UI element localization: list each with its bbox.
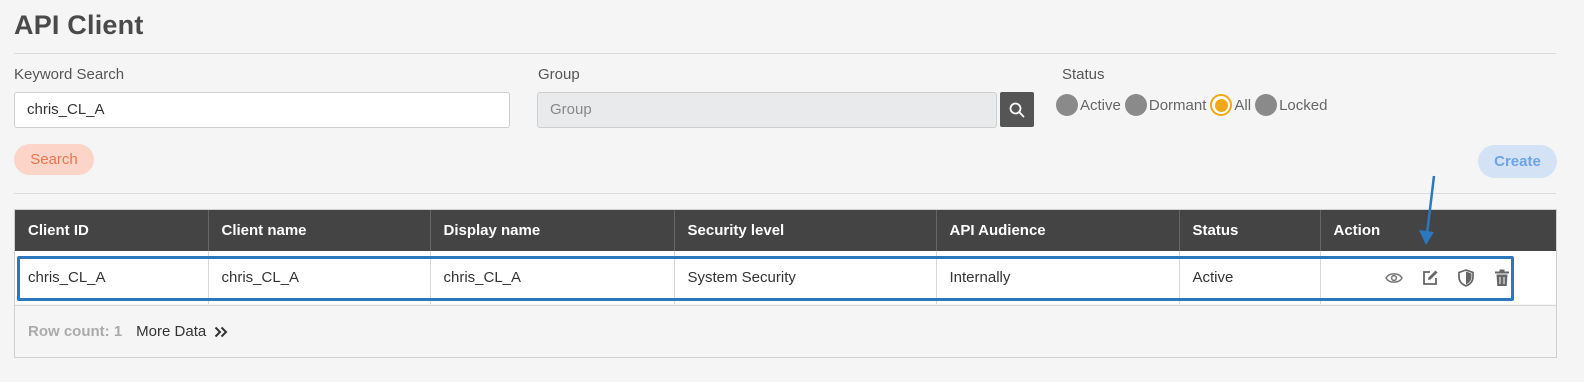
radio-circle (1255, 94, 1278, 116)
create-button[interactable]: Create (1478, 145, 1557, 178)
search-icon (1009, 102, 1025, 117)
status-radio-locked[interactable]: Locked (1255, 94, 1327, 116)
client-table: Client ID Client name Display name Secur… (14, 209, 1557, 358)
table-footer-divider (15, 305, 1556, 306)
status-radio-all[interactable]: All (1210, 94, 1251, 116)
annotation-arrow (1419, 175, 1436, 245)
search-button[interactable]: Search (14, 144, 94, 175)
column-header-api-audience[interactable]: API Audience (936, 210, 1180, 251)
radio-label: Locked (1279, 96, 1328, 114)
shield-icon (1457, 268, 1474, 287)
column-header-status[interactable]: Status (1179, 210, 1321, 251)
column-header-security-level[interactable]: Security level (674, 210, 937, 251)
status-radio-group: Active Dormant All Locked (1056, 94, 1331, 116)
group-input[interactable]: Group (537, 92, 997, 128)
column-header-client-name[interactable]: Client name (208, 210, 431, 251)
cell-actions (1320, 251, 1556, 304)
radio-label: Active (1080, 96, 1121, 114)
cell-api-audience: Internally (936, 251, 1180, 304)
cell-client-name: chris_CL_A (208, 251, 431, 304)
page-title: API Client (14, 10, 144, 40)
table-header-row: Client ID Client name Display name Secur… (15, 210, 1556, 251)
double-chevron-right-icon (214, 326, 228, 337)
status-radio-dormant[interactable]: Dormant (1124, 94, 1207, 116)
eye-icon (1384, 272, 1403, 283)
more-data-label: More Data (136, 323, 207, 340)
group-label: Group (538, 66, 580, 83)
view-button[interactable] (1384, 268, 1404, 288)
radio-label: Dormant (1148, 96, 1207, 114)
permission-button[interactable] (1456, 268, 1476, 288)
cell-status: Active (1179, 251, 1321, 304)
column-header-display-name[interactable]: Display name (430, 210, 675, 251)
more-data-link[interactable]: More Data (136, 323, 228, 340)
status-label: Status (1062, 66, 1105, 83)
column-header-client-id[interactable]: Client ID (15, 210, 209, 251)
table-footer: Row count: 1 More Data (28, 323, 228, 340)
keyword-search-input[interactable]: chris_CL_A (14, 92, 510, 128)
keyword-search-label: Keyword Search (14, 66, 125, 83)
radio-circle (1056, 94, 1078, 116)
cell-security-level: System Security (674, 251, 937, 304)
trash-icon (1494, 269, 1509, 286)
status-radio-active[interactable]: Active (1056, 94, 1121, 116)
group-search-button[interactable] (1000, 92, 1034, 127)
radio-circle (1124, 94, 1147, 116)
cell-display-name: chris_CL_A (430, 251, 675, 304)
row-count: Row count: 1 (28, 323, 123, 340)
table-row[interactable]: chris_CL_A chris_CL_A chris_CL_A System … (15, 251, 1556, 304)
radio-label: All (1234, 96, 1252, 114)
radio-circle-selected (1210, 94, 1233, 116)
cell-client-id: chris_CL_A (15, 251, 209, 304)
edit-icon (1422, 270, 1437, 285)
filter-divider (14, 193, 1556, 194)
delete-button[interactable] (1492, 268, 1512, 288)
title-divider (14, 53, 1556, 54)
edit-button[interactable] (1420, 268, 1440, 288)
